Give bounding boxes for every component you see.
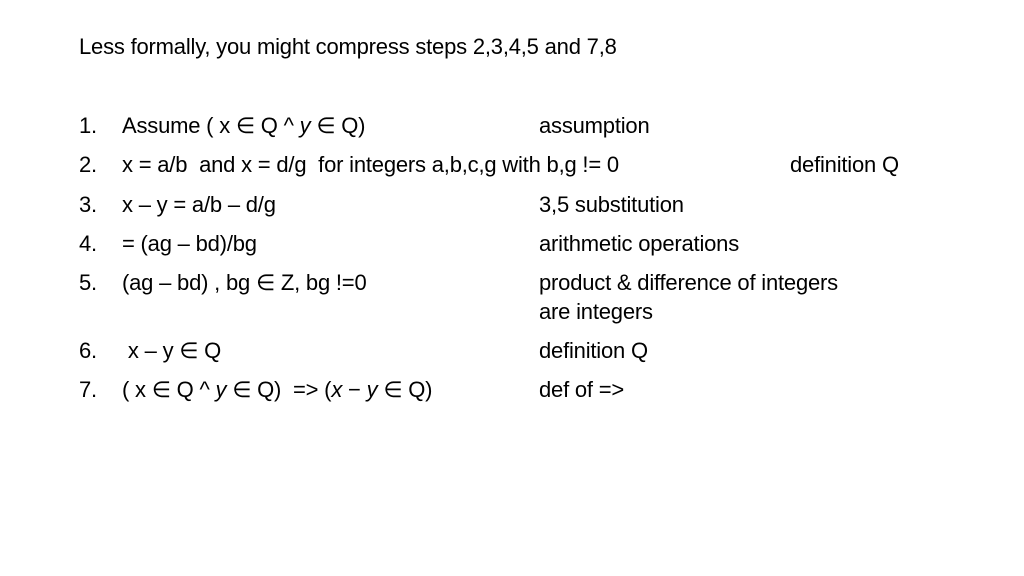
step-statement: ( x ∈ Q ^ y ∈ Q) => (x − y ∈ Q) — [122, 375, 432, 405]
slide: Less formally, you might compress steps … — [0, 0, 1024, 576]
step-statement: Assume ( x ∈ Q ^ y ∈ Q) — [122, 111, 366, 141]
statement-text: ∈ Q) — [310, 113, 366, 138]
statement-text: ∈ Q) => ( — [226, 377, 332, 402]
step-justification-3: 3,5 substitution — [539, 192, 684, 217]
step-justification-6: definition Q — [539, 338, 648, 363]
step-justification-7: def of => — [539, 377, 625, 402]
step-justification-4: arithmetic operations — [539, 231, 740, 256]
statement-var: x — [331, 377, 343, 402]
step-number: 2. — [79, 152, 97, 177]
step-statement: x = a/b and x = d/g for integers a,b,c,g… — [122, 152, 619, 177]
step-statement: x – y = a/b – d/g — [122, 192, 276, 217]
step-number: 4. — [79, 231, 97, 256]
step-number: 6. — [79, 338, 97, 363]
statement-text: − — [342, 377, 367, 402]
step-justification-2: definition Q — [790, 152, 899, 177]
statement-text: ( x ∈ Q ^ — [122, 377, 216, 402]
step-statement: = (ag – bd)/bg — [122, 231, 257, 256]
statement-var: y — [215, 377, 227, 402]
justification-line: are integers — [539, 299, 653, 324]
step-statement: (ag – bd) , bg ∈ Z, bg !=0 — [122, 270, 367, 295]
statement-text: Assume ( x ∈ Q ^ — [122, 113, 300, 138]
statement-text: ∈ Q) — [377, 377, 433, 402]
step-statement: x – y ∈ Q — [122, 338, 222, 363]
step-number: 5. — [79, 270, 97, 295]
step-number: 3. — [79, 192, 97, 217]
statement-var: y — [299, 113, 311, 138]
step-justification-1: assumption — [539, 113, 650, 138]
step-justification-5: product & difference of integers are int… — [539, 268, 838, 326]
slide-heading: Less formally, you might compress steps … — [79, 34, 617, 59]
justification-line: product & difference of integers — [539, 270, 838, 295]
statement-var: y — [366, 377, 378, 402]
step-number: 1. — [79, 113, 97, 138]
step-number: 7. — [79, 377, 97, 402]
